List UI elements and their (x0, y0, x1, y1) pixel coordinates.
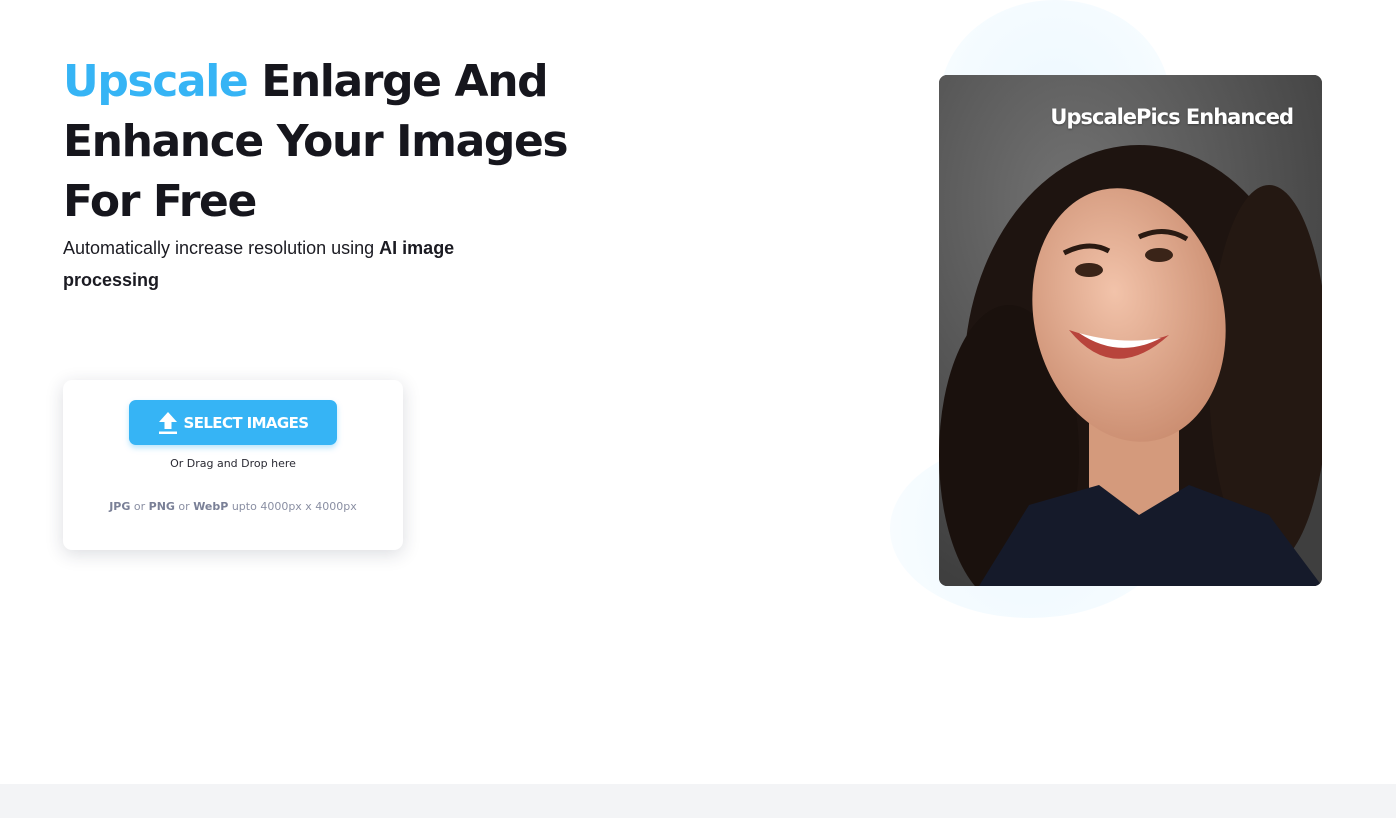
hero-subtitle-text: Automatically increase resolution using (63, 238, 380, 258)
select-images-button[interactable]: SELECT IMAGES (129, 400, 337, 445)
hero-subtitle: Automatically increase resolution using … (63, 232, 493, 296)
select-images-label: SELECT IMAGES (183, 413, 310, 432)
hero-title: Upscale Enlarge And Enhance Your Images … (63, 52, 623, 232)
format-png: PNG (148, 500, 175, 513)
enhanced-preview-image: UpscalePics Enhanced (939, 75, 1322, 586)
size-limit: upto 4000px x 4000px (228, 500, 357, 513)
format-jpg: JPG (109, 500, 131, 513)
format-separator: or (130, 500, 149, 513)
page: Upscale Enlarge And Enhance Your Images … (0, 0, 1396, 818)
preview-caption: UpscalePics Enhanced (1050, 105, 1294, 129)
format-separator: or (174, 500, 194, 513)
portrait-illustration (939, 75, 1322, 586)
hero-title-accent: Upscale (63, 56, 249, 107)
upload-dropzone[interactable]: SELECT IMAGES Or Drag and Drop here JPG … (63, 380, 403, 550)
footer-band (0, 784, 1396, 818)
drag-drop-hint: Or Drag and Drop here (170, 457, 296, 470)
format-webp: WebP (193, 500, 229, 513)
hero-section: Upscale Enlarge And Enhance Your Images … (63, 52, 623, 296)
supported-formats: JPG or PNG or WebP upto 4000px x 4000px (63, 500, 403, 513)
upload-icon (158, 411, 178, 435)
